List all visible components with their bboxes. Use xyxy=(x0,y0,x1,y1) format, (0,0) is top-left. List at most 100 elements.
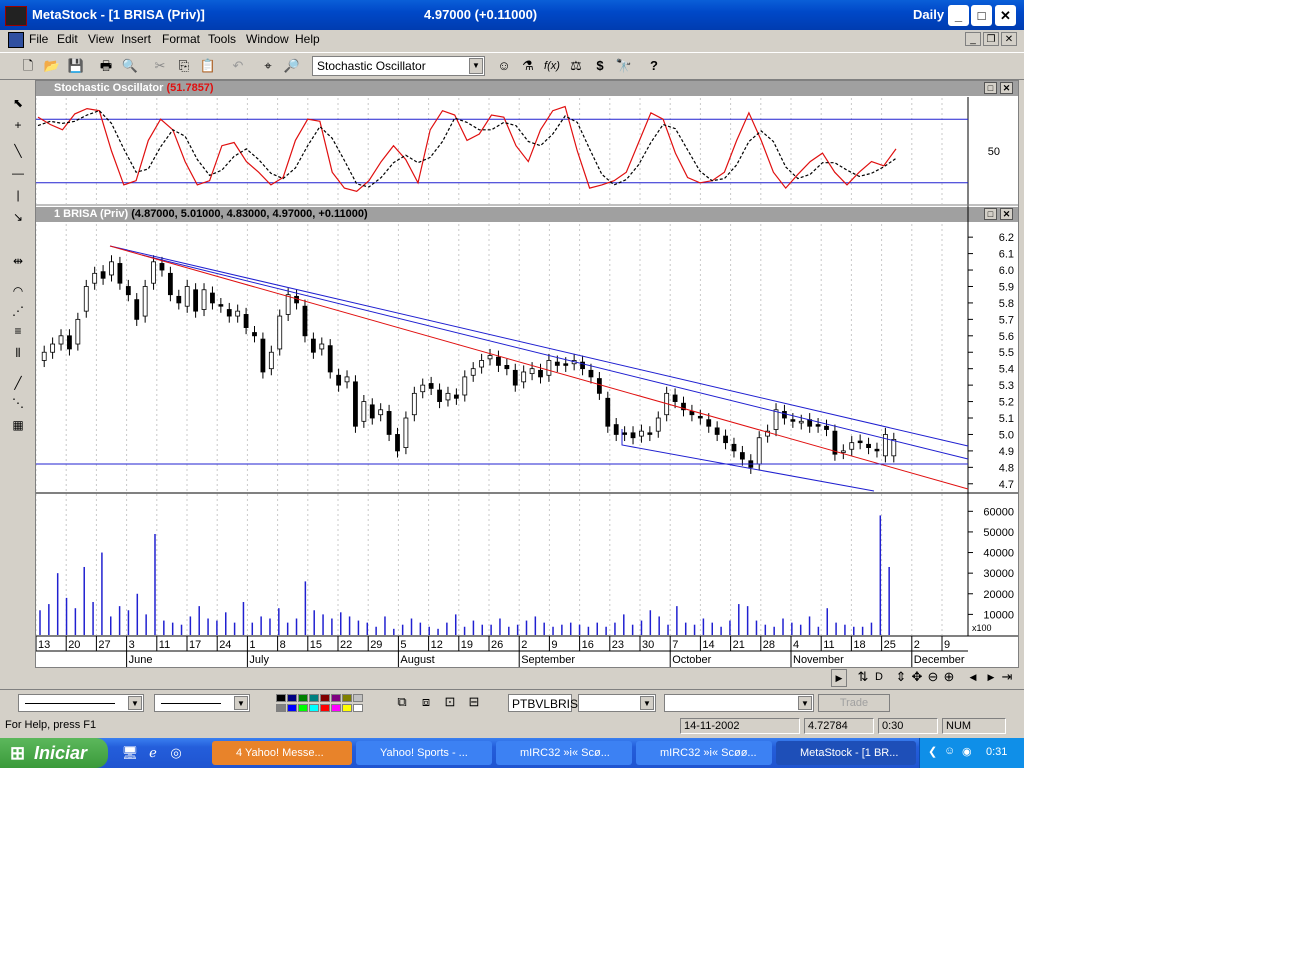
chevron-down-icon[interactable]: ▼ xyxy=(640,696,654,710)
color-swatch[interactable] xyxy=(287,694,297,702)
pointer-icon[interactable]: ⬉ xyxy=(7,94,29,112)
channel-icon[interactable]: ╱ xyxy=(7,374,29,392)
color-swatch[interactable] xyxy=(342,694,352,702)
line-style-select[interactable]: ▼ xyxy=(18,694,144,712)
chevron-down-icon[interactable]: ▼ xyxy=(798,696,812,710)
color-swatch[interactable] xyxy=(320,704,330,712)
task-mirc-2[interactable]: mIRC32 »i« Scøø... xyxy=(636,741,772,765)
zoom-in-icon[interactable]: ⊕ xyxy=(939,669,959,685)
grid-icon[interactable]: ▦ xyxy=(7,416,29,434)
binoculars-icon[interactable]: 🔭 xyxy=(614,56,634,76)
color-palette[interactable] xyxy=(276,694,370,714)
color-swatch[interactable] xyxy=(353,694,363,702)
chevron-down-icon[interactable]: ▼ xyxy=(469,58,483,74)
horizontal-scrollbar[interactable] xyxy=(35,669,831,687)
messenger-tray-icon[interactable]: ☺ xyxy=(944,745,955,757)
security-field[interactable]: PTBVLBRIS xyxy=(508,694,578,712)
crosshair-tool-icon[interactable]: + xyxy=(7,116,29,134)
indicator-select[interactable]: Stochastic Oscillator ▼ xyxy=(312,56,485,76)
color-swatch[interactable] xyxy=(309,704,319,712)
time-zones-icon[interactable]: ⦀ xyxy=(7,344,29,362)
task-yahoo-messenger[interactable]: 4 Yahoo! Messe... xyxy=(212,741,352,765)
exchange-select[interactable]: ▼ xyxy=(578,694,656,712)
indicator-builder-icon[interactable]: f(x) xyxy=(542,56,562,76)
crosshair-icon[interactable]: ⌖ xyxy=(258,56,278,76)
color-swatch[interactable] xyxy=(276,704,286,712)
color-swatch[interactable] xyxy=(342,704,352,712)
undo-icon[interactable]: ↶ xyxy=(228,56,248,76)
menu-edit[interactable]: Edit xyxy=(57,32,78,46)
scroll-end-icon[interactable]: ⇥ xyxy=(997,669,1017,685)
text-tool-icon[interactable]: ↘ xyxy=(7,208,29,226)
tray-arrow-icon[interactable]: ❮ xyxy=(928,745,937,758)
horizontal-line-icon[interactable]: — xyxy=(7,164,29,182)
chart-canvas[interactable]: 50 6.2 6.1 6.0 5.9 5.8 5.7 5.6 5.5 5.4 5.3 5.2 5.1 5.… xyxy=(36,81,1018,667)
color-swatch[interactable] xyxy=(287,704,297,712)
layout-icon[interactable]: ⧉ xyxy=(392,692,412,712)
menu-tools[interactable]: Tools xyxy=(208,32,236,46)
close-button[interactable]: ✕ xyxy=(995,5,1016,26)
minimize-button[interactable]: _ xyxy=(948,5,969,26)
print-icon[interactable]: 🖶 xyxy=(96,56,116,76)
fan-icon[interactable]: ⋰ xyxy=(7,302,29,320)
account-select[interactable]: ▼ xyxy=(664,694,814,712)
trade-button[interactable]: Trade xyxy=(818,694,890,712)
start-button[interactable]: ⊞ Iniciar xyxy=(0,738,108,768)
title-bar[interactable]: MetaStock - [1 BRISA (Priv)] 4.97000 (+0… xyxy=(0,0,1024,30)
scroll-left-icon[interactable]: ◀ xyxy=(963,669,983,685)
template-icon[interactable]: ⧈ xyxy=(416,692,436,712)
metastock-app-icon[interactable] xyxy=(5,6,27,26)
color-swatch[interactable] xyxy=(331,694,341,702)
cycle-line-icon[interactable]: ⇹ xyxy=(7,252,29,270)
chevron-down-icon[interactable]: ▼ xyxy=(128,696,142,710)
save-icon[interactable]: 💾 xyxy=(66,56,86,76)
color-swatch[interactable] xyxy=(331,704,341,712)
task-metastock[interactable]: MetaStock - [1 BR... xyxy=(776,741,916,765)
line-weight-select[interactable]: ▼ xyxy=(154,694,250,712)
color-swatch[interactable] xyxy=(353,704,363,712)
chevron-down-icon[interactable]: ▼ xyxy=(234,696,248,710)
context-help-icon[interactable]: ? xyxy=(644,56,664,76)
task-mirc-1[interactable]: mIRC32 »i« Scø... xyxy=(496,741,632,765)
speed-lines-icon[interactable]: ⋱ xyxy=(7,394,29,412)
chart-style-icon[interactable]: ⊡ xyxy=(440,692,460,712)
mdi-restore-button[interactable]: ❐ xyxy=(983,32,999,46)
arc-icon[interactable]: ◠ xyxy=(7,282,29,300)
copy-icon[interactable]: ⎘ xyxy=(174,56,194,76)
cut-icon[interactable]: ✂ xyxy=(150,56,170,76)
color-swatch[interactable] xyxy=(276,694,286,702)
open-icon[interactable]: 📂 xyxy=(42,56,62,76)
menu-help[interactable]: Help xyxy=(295,32,320,46)
periodicity-button[interactable]: D xyxy=(869,669,889,685)
print-preview-icon[interactable]: 🔍 xyxy=(120,56,140,76)
snapshot-icon[interactable]: ⊟ xyxy=(464,692,484,712)
system-tester-icon[interactable]: ⚖ xyxy=(566,56,586,76)
menu-window[interactable]: Window xyxy=(246,32,289,46)
new-icon[interactable]: 🗋 xyxy=(18,56,38,76)
zoom-icon[interactable]: 🔎 xyxy=(282,56,302,76)
vertical-line-icon[interactable]: | xyxy=(7,186,29,204)
color-swatch[interactable] xyxy=(320,694,330,702)
trendline-icon[interactable]: ╲ xyxy=(7,142,29,160)
color-swatch[interactable] xyxy=(309,694,319,702)
color-swatch[interactable] xyxy=(298,704,308,712)
color-swatch[interactable] xyxy=(298,694,308,702)
mdi-minimize-button[interactable]: _ xyxy=(965,32,981,46)
show-desktop-icon[interactable]: 🖥 xyxy=(120,743,140,763)
retracement-icon[interactable]: ≡ xyxy=(7,322,29,340)
task-yahoo-sports[interactable]: Yahoo! Sports - ... xyxy=(356,741,492,765)
explorer-icon[interactable]: ⚗ xyxy=(518,56,538,76)
menu-file[interactable]: File xyxy=(29,32,48,46)
chart-window[interactable]: Stochastic Oscillator (51.7857) □ ✕ 1 BR… xyxy=(35,80,1019,668)
paste-icon[interactable]: 📋 xyxy=(198,56,218,76)
internet-explorer-icon[interactable]: ℯ xyxy=(143,743,163,763)
mdi-close-button[interactable]: ✕ xyxy=(1001,32,1017,46)
scroll-right-icon[interactable]: ▶ xyxy=(831,669,847,687)
menu-format[interactable]: Format xyxy=(162,32,200,46)
browser-icon[interactable]: ◎ xyxy=(166,743,186,763)
menu-view[interactable]: View xyxy=(88,32,114,46)
document-icon[interactable] xyxy=(8,32,24,48)
menu-insert[interactable]: Insert xyxy=(121,32,151,46)
expert-icon[interactable]: ☺ xyxy=(494,56,514,76)
dollar-icon[interactable]: $ xyxy=(590,56,610,76)
